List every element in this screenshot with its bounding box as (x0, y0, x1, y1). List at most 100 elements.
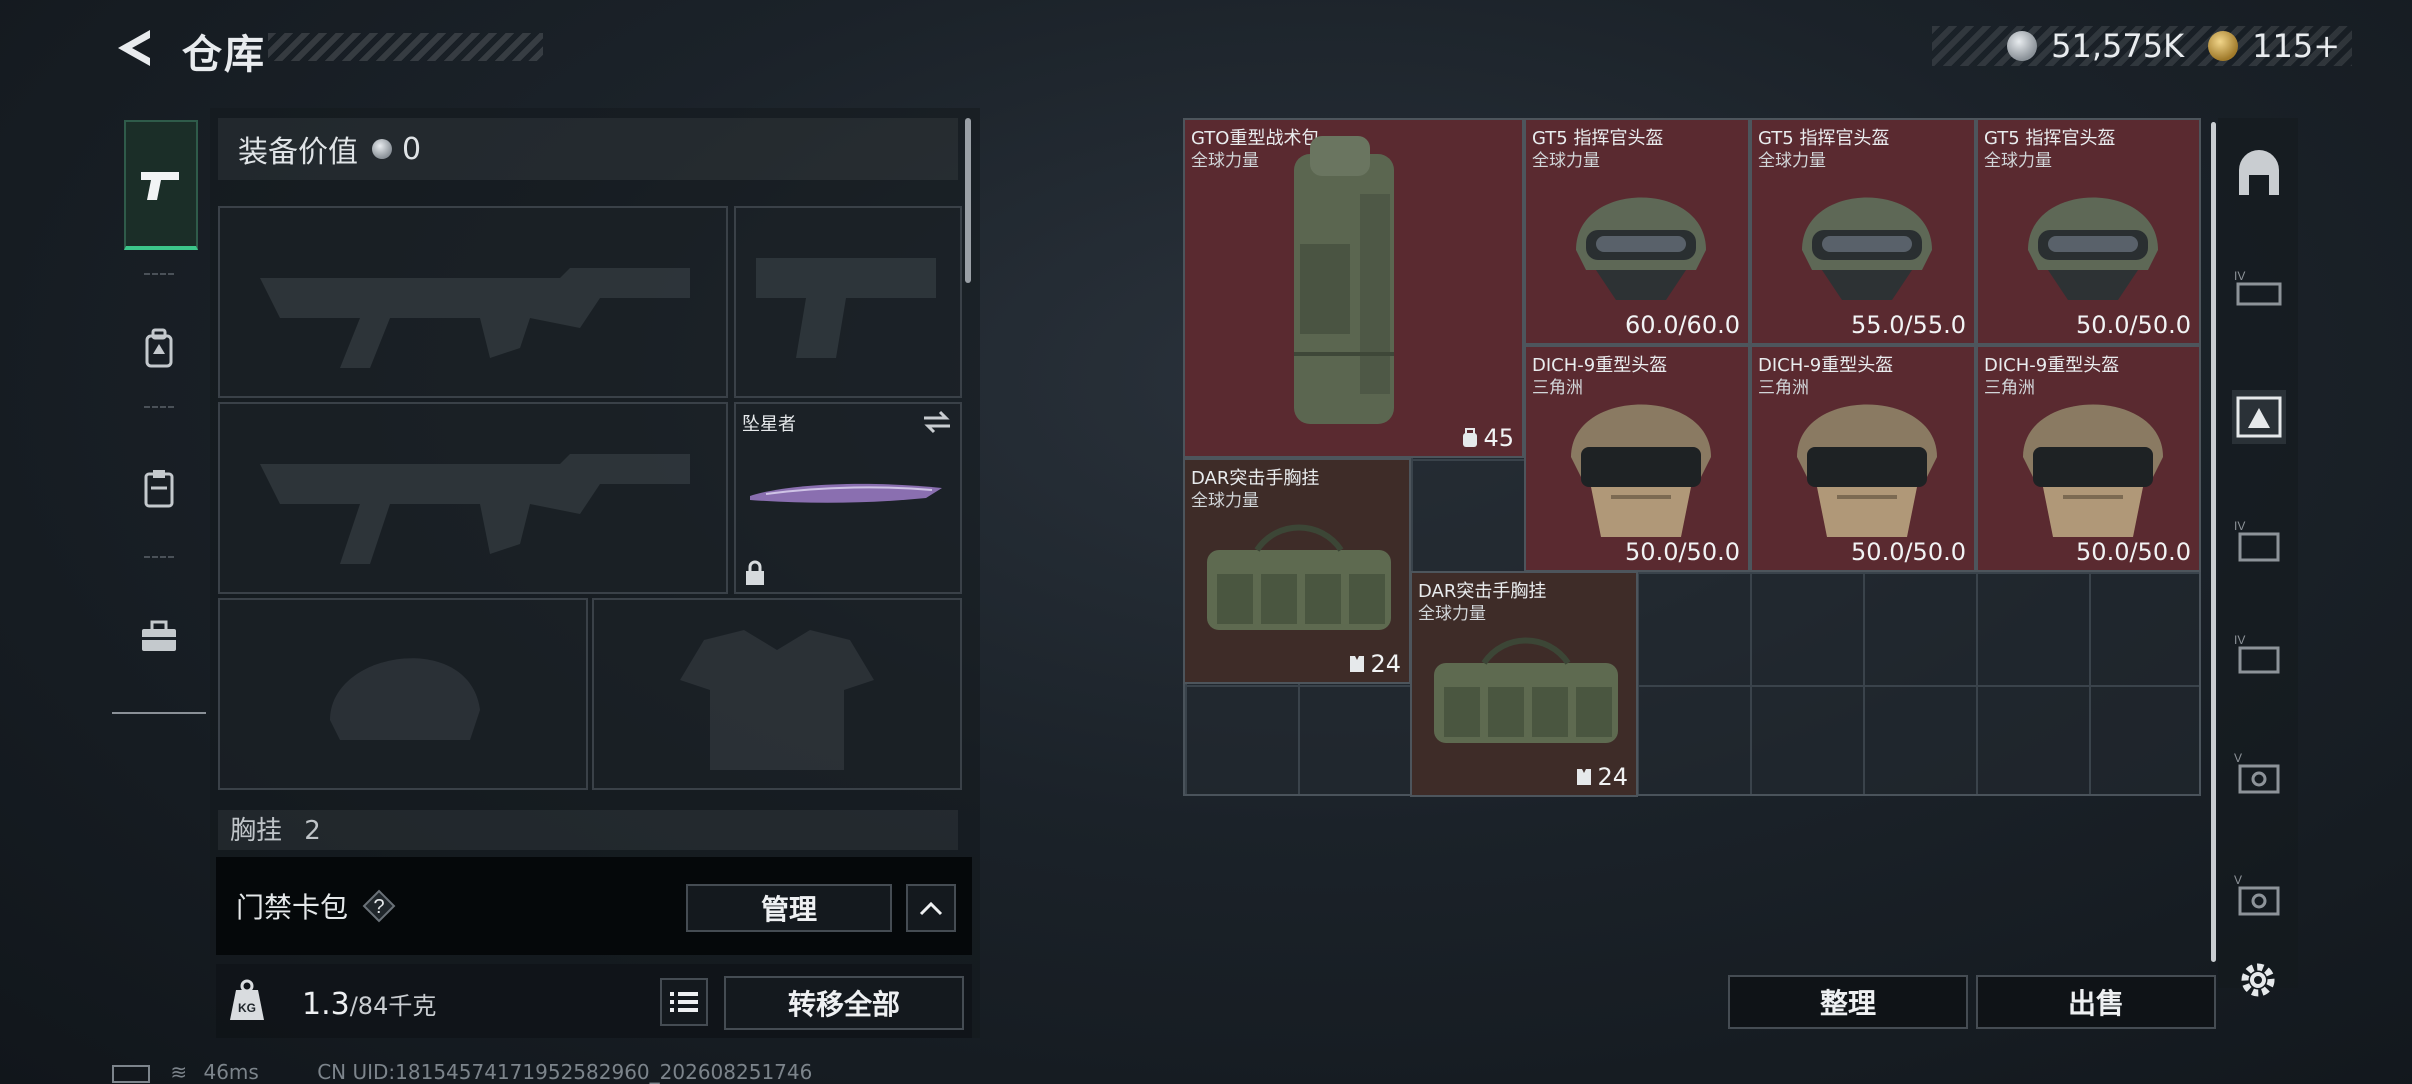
item-faction: 全球力量 (1191, 151, 1259, 171)
item-faction: 全球力量 (1191, 491, 1259, 511)
melee-slot[interactable]: 坠星者 (734, 402, 962, 594)
stash-item-helmet[interactable]: GT5 指挥官头盔 全球力量 50.0/50.0 (1976, 118, 2201, 345)
equipment-value-header: 装备价值 0 (218, 118, 958, 180)
item-value: 24 (1597, 763, 1628, 791)
ping-value: 46ms (203, 1060, 259, 1084)
back-button[interactable] (112, 26, 156, 70)
stash-tab-weapons[interactable]: IV (2234, 266, 2284, 316)
swap-icon[interactable] (922, 410, 952, 434)
svg-text:IV: IV (2234, 269, 2245, 283)
rifle-silhouette-icon (260, 454, 690, 564)
chest-rig-label: 胸挂 (230, 816, 283, 846)
capacity-readout: 24 (1575, 763, 1628, 791)
svg-text:?: ? (373, 896, 384, 918)
settings-button[interactable] (2236, 958, 2280, 1002)
stash-tab-gear[interactable] (2232, 390, 2286, 444)
uid-text: CN UID:18154574171952582960_202608251746 (317, 1060, 813, 1084)
safe-box-icon: V (2234, 751, 2280, 794)
weapon-case-icon: IV (2234, 269, 2282, 306)
helmet-image-icon (2028, 197, 2158, 300)
weight-icon: KG (228, 978, 266, 1022)
stash-item-heavy-helmet[interactable]: DICH-9重型头盔 三角洲 50.0/50.0 (1524, 345, 1750, 572)
chest-rig-row[interactable]: 胸挂 2 (218, 810, 958, 850)
item-value: 45 (1483, 424, 1514, 452)
page-title: 仓库 (182, 32, 266, 78)
stash-tab-home[interactable] (2234, 150, 2284, 200)
manage-button[interactable]: 管理 (686, 884, 892, 932)
silver-coin-icon (372, 139, 392, 159)
safe-box-icon: V (2234, 873, 2280, 916)
battery-icon (112, 1064, 150, 1083)
gold-coin-icon (2208, 31, 2239, 61)
chevron-up-icon (919, 901, 943, 916)
collapse-button[interactable] (906, 884, 956, 932)
stash-tab-4[interactable]: IV (2234, 516, 2284, 566)
keycard-label: 门禁卡包 (236, 891, 349, 924)
equipment-scrollbar[interactable] (965, 118, 971, 283)
silver-coin-icon (2007, 31, 2038, 61)
capacity-readout: 24 (1348, 650, 1401, 678)
chest-rig-image-icon (1207, 524, 1391, 630)
stash-item-helmet[interactable]: GT5 指挥官头盔 全球力量 55.0/55.0 (1750, 118, 1976, 345)
secondary-weapon-slot[interactable] (734, 206, 962, 398)
backpack-icon (145, 328, 173, 368)
svg-text:IV: IV (2234, 633, 2245, 647)
tab-backpack[interactable] (112, 308, 206, 388)
armor-slot[interactable] (592, 598, 962, 790)
help-icon[interactable]: ? (362, 889, 396, 923)
stash-item-chest-rig[interactable]: DAR突击手胸挂 全球力量 24 (1410, 571, 1638, 797)
stash-item-helmet[interactable]: GT5 指挥官头盔 全球力量 60.0/60.0 (1524, 118, 1750, 345)
weight-readout: 1.3/84千克 (302, 986, 436, 1022)
stash-tab-5[interactable]: IV (2234, 630, 2284, 680)
gear-icon (2241, 963, 2275, 997)
pistol-icon (141, 172, 179, 200)
heavy-helmet-image-icon (1571, 404, 1711, 537)
wifi-icon: ≋ (170, 1060, 188, 1084)
lock-icon (746, 560, 764, 585)
equipment-value: 0 (402, 131, 422, 167)
armor-silhouette-icon (680, 630, 874, 770)
storage-box-icon: IV (2234, 519, 2280, 562)
backpack-image-icon (1294, 136, 1394, 424)
heavy-helmet-image-icon (2023, 404, 2163, 537)
weight-max: /84千克 (349, 992, 437, 1020)
helmet-slot[interactable] (218, 598, 588, 790)
capacity-icon (1463, 428, 1478, 447)
tab-toolbox[interactable] (112, 596, 206, 676)
stash-page-tabs: IV IV IV V V (2218, 118, 2298, 997)
knife-icon (750, 483, 942, 503)
tab-rig[interactable] (112, 448, 206, 528)
gold-currency-value[interactable]: 115+ (2252, 27, 2340, 65)
chest-rig-image-icon (1434, 637, 1618, 743)
durability-value: 50.0/50.0 (1625, 538, 1740, 566)
svg-text:KG: KG (238, 1001, 256, 1015)
stash-item-heavy-helmet[interactable]: DICH-9重型头盔 三角洲 50.0/50.0 (1976, 345, 2201, 572)
helmet-silhouette-icon (330, 658, 480, 740)
list-view-button[interactable] (660, 978, 708, 1026)
sell-button[interactable]: 出售 (1976, 975, 2216, 1029)
durability-value: 60.0/60.0 (1625, 311, 1740, 339)
stash-scrollbar[interactable] (2211, 122, 2216, 962)
tab-weapons[interactable] (124, 120, 198, 250)
stash-item-chest-rig[interactable]: DAR突击手胸挂 全球力量 24 (1183, 458, 1411, 684)
sort-button[interactable]: 整理 (1728, 975, 1968, 1029)
stash-item-backpack[interactable]: GTO重型战术包 全球力量 45 (1183, 118, 1524, 458)
primary-weapon-slot[interactable] (218, 206, 728, 398)
equipment-tabs (112, 108, 206, 714)
stash-tab-7[interactable]: V (2234, 870, 2284, 920)
primary-weapon-slot-2[interactable] (218, 402, 728, 594)
clipboard-icon (144, 470, 174, 508)
gear-stash-icon (2236, 396, 2282, 438)
rig-capacity-icon (1350, 656, 1365, 672)
title-decoration (268, 33, 543, 61)
stash-item-heavy-helmet[interactable]: DICH-9重型头盔 三角洲 50.0/50.0 (1750, 345, 1976, 572)
svg-text:IV: IV (2234, 519, 2245, 533)
chest-rig-count: 2 (304, 816, 321, 846)
back-arrow-icon (118, 30, 150, 66)
currency-bar: 51,575K 115+ (1932, 26, 2352, 66)
transfer-all-button[interactable]: 转移全部 (724, 976, 964, 1030)
stash-tab-6[interactable]: V (2234, 748, 2284, 798)
capacity-readout: 45 (1461, 424, 1514, 452)
svg-text:V: V (2234, 873, 2242, 887)
helmet-image-icon (1802, 197, 1932, 300)
